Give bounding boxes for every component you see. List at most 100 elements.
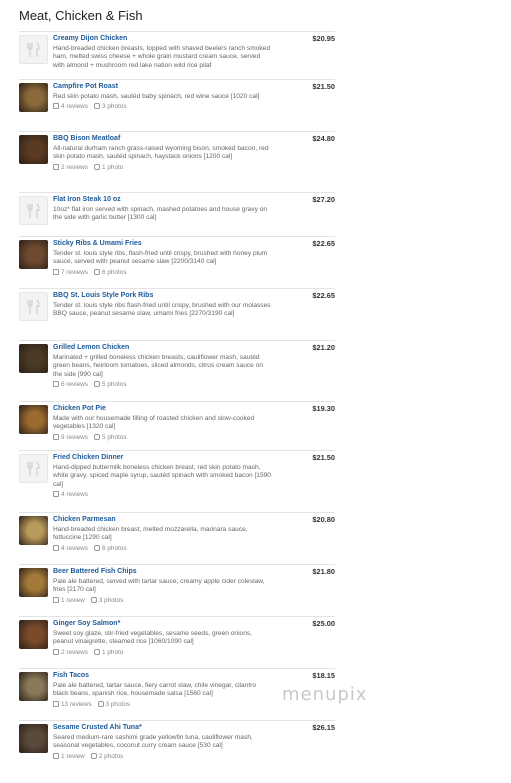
reviews-link[interactable]: 13 reviews bbox=[61, 701, 92, 708]
menu-list: Creamy Dijon Chicken Hand-breaded chicken… bbox=[19, 31, 335, 770]
menu-item[interactable]: Sesame Crusted Ahi Tuna* Seared medium-ra… bbox=[19, 720, 335, 770]
menu-item[interactable]: Creamy Dijon Chicken Hand-breaded chicken… bbox=[19, 31, 335, 79]
menu-item[interactable]: Grilled Lemon Chicken Marinated + grilled… bbox=[19, 340, 335, 401]
dish-photo[interactable] bbox=[19, 620, 48, 649]
menu-item-price: $25.00 bbox=[312, 619, 335, 628]
menu-item-text: BBQ Bison Meatloaf All-natural durham ran… bbox=[53, 134, 273, 172]
reviews-link[interactable]: 4 reviews bbox=[61, 545, 88, 552]
dish-photo-image bbox=[19, 516, 48, 545]
dish-photo[interactable] bbox=[19, 344, 48, 373]
watermark: menupix bbox=[282, 684, 368, 705]
photos-link[interactable]: 5 photos bbox=[102, 434, 127, 441]
menu-item-text: Chicken Pot Pie Made with our housemade f… bbox=[53, 404, 273, 442]
menu-item-price: $20.80 bbox=[312, 515, 335, 524]
menu-item-name[interactable]: Ginger Soy Salmon* bbox=[53, 619, 273, 629]
photos-link[interactable]: 3 photos bbox=[106, 701, 131, 708]
photos-link[interactable]: 6 photos bbox=[102, 545, 127, 552]
dish-photo-image bbox=[19, 135, 48, 164]
menu-item[interactable]: Fried Chicken Dinner Hand-dipped buttermi… bbox=[19, 450, 335, 512]
menu-item-name[interactable]: Chicken Pot Pie bbox=[53, 404, 273, 414]
menu-item[interactable]: Ginger Soy Salmon* Sweet soy glaze, stir-… bbox=[19, 616, 335, 668]
reviews-link[interactable]: 1 review bbox=[61, 753, 85, 760]
reviews-link[interactable]: 7 reviews bbox=[61, 269, 88, 276]
menu-item-price: $18.15 bbox=[312, 671, 335, 680]
menu-item-meta: 6 reviews 5 photos bbox=[53, 380, 273, 389]
menu-item[interactable]: Flat Iron Steak 10 oz 10oz* flat iron ser… bbox=[19, 192, 335, 236]
menu-item-price: $19.30 bbox=[312, 404, 335, 413]
fork-knife-icon bbox=[26, 461, 40, 476]
photos-link[interactable]: 5 photos bbox=[102, 381, 127, 388]
dish-photo[interactable] bbox=[19, 83, 48, 112]
menu-item-name[interactable]: Sesame Crusted Ahi Tuna* bbox=[53, 723, 273, 733]
menu-item-price: $20.95 bbox=[312, 34, 335, 43]
photos-link[interactable]: 1 photo bbox=[102, 164, 123, 171]
dish-photo[interactable] bbox=[19, 724, 48, 753]
photos-link[interactable]: 3 photos bbox=[102, 103, 127, 110]
menu-item[interactable]: Sticky Ribs & Umami Fries Tender st. loui… bbox=[19, 236, 335, 288]
camera-icon bbox=[90, 596, 97, 603]
reviews-link[interactable]: 2 reviews bbox=[61, 164, 88, 171]
reviews-link[interactable]: 9 reviews bbox=[61, 434, 88, 441]
cutlery-icon bbox=[19, 196, 48, 225]
reviews-link[interactable]: 2 reviews bbox=[61, 649, 88, 656]
photos-link[interactable]: 3 photos bbox=[99, 597, 124, 604]
reviews-link[interactable]: 1 review bbox=[61, 597, 85, 604]
reviews-link[interactable]: 4 reviews bbox=[61, 103, 88, 110]
menu-item-name[interactable]: Beer Battered Fish Chips bbox=[53, 567, 273, 577]
dish-photo[interactable] bbox=[19, 516, 48, 545]
photos-link[interactable]: 2 photos bbox=[99, 753, 124, 760]
dish-photo[interactable] bbox=[19, 568, 48, 597]
photos-link[interactable]: 1 photo bbox=[102, 649, 123, 656]
fork-knife-icon bbox=[26, 42, 40, 57]
review-icon bbox=[53, 268, 59, 275]
menu-item[interactable]: Beer Battered Fish Chips Pale ale battere… bbox=[19, 564, 335, 616]
menu-item[interactable]: Chicken Pot Pie Made with our housemade f… bbox=[19, 401, 335, 450]
menu-item[interactable]: BBQ Bison Meatloaf All-natural durham ran… bbox=[19, 131, 335, 192]
menu-item-price: $27.20 bbox=[312, 195, 335, 204]
dish-photo[interactable] bbox=[19, 240, 48, 269]
review-icon bbox=[53, 700, 59, 707]
menu-item-name[interactable]: Sticky Ribs & Umami Fries bbox=[53, 239, 273, 249]
menu-item-meta: 1 review 3 photos bbox=[53, 596, 273, 605]
reviews-link[interactable]: 6 reviews bbox=[61, 381, 88, 388]
camera-icon bbox=[94, 433, 100, 440]
dish-photo[interactable] bbox=[19, 672, 48, 701]
dish-photo-image bbox=[19, 672, 48, 701]
camera-icon bbox=[94, 163, 100, 170]
menu-item[interactable]: BBQ St. Louis Style Pork Ribs Tender st. … bbox=[19, 288, 335, 340]
menu-item-name[interactable]: Creamy Dijon Chicken bbox=[53, 34, 273, 44]
review-icon bbox=[53, 433, 59, 440]
menu-item-meta: 2 reviews 1 photo bbox=[53, 163, 273, 172]
menu-item-name[interactable]: Flat Iron Steak 10 oz bbox=[53, 195, 273, 205]
menu-item-name[interactable]: BBQ St. Louis Style Pork Ribs bbox=[53, 291, 273, 301]
dish-photo[interactable] bbox=[19, 405, 48, 434]
menu-item-price: $21.50 bbox=[312, 82, 335, 91]
reviews-link[interactable]: 4 reviews bbox=[61, 491, 88, 498]
menu-item-description: All-natural durham ranch grass-raised wy… bbox=[53, 145, 269, 161]
photos-link[interactable]: 6 photos bbox=[102, 269, 127, 276]
menu-item-price: $22.65 bbox=[312, 239, 335, 248]
menu-item-description: Hand-dipped buttermilk boneless chicken … bbox=[53, 464, 271, 488]
review-icon bbox=[53, 163, 59, 170]
menu-item-name[interactable]: Fish Tacos bbox=[53, 671, 273, 681]
fork-knife-icon bbox=[26, 299, 40, 314]
menu-item-meta: 1 review 2 photos bbox=[53, 752, 273, 761]
menu-item-description: Tender st. louis style ribs flash-fried … bbox=[53, 302, 271, 318]
menu-item-name[interactable]: BBQ Bison Meatloaf bbox=[53, 134, 273, 144]
dish-photo[interactable] bbox=[19, 135, 48, 164]
fork-knife-icon bbox=[26, 203, 40, 218]
menu-item-name[interactable]: Fried Chicken Dinner bbox=[53, 453, 273, 463]
review-icon bbox=[53, 103, 59, 110]
menu-item-text: Sesame Crusted Ahi Tuna* Seared medium-ra… bbox=[53, 723, 273, 761]
review-icon bbox=[53, 648, 59, 655]
menu-item-name[interactable]: Grilled Lemon Chicken bbox=[53, 343, 273, 353]
menu-item-text: Fried Chicken Dinner Hand-dipped buttermi… bbox=[53, 453, 273, 499]
menu-item-text: Grilled Lemon Chicken Marinated + grilled… bbox=[53, 343, 273, 389]
menu-item-description: Made with our housemade filling of roast… bbox=[53, 415, 255, 431]
menu-item[interactable]: Chicken Parmesan Hand-breaded chicken bre… bbox=[19, 512, 335, 564]
menu-item[interactable]: Campfire Pot Roast Red skin potato mash, … bbox=[19, 79, 335, 131]
menu-item-name[interactable]: Chicken Parmesan bbox=[53, 515, 273, 525]
menu-item-name[interactable]: Campfire Pot Roast bbox=[53, 82, 273, 92]
menu-item-description: Seared medium-rare sashimi grade yellowf… bbox=[53, 734, 253, 750]
dish-photo-image bbox=[19, 405, 48, 434]
